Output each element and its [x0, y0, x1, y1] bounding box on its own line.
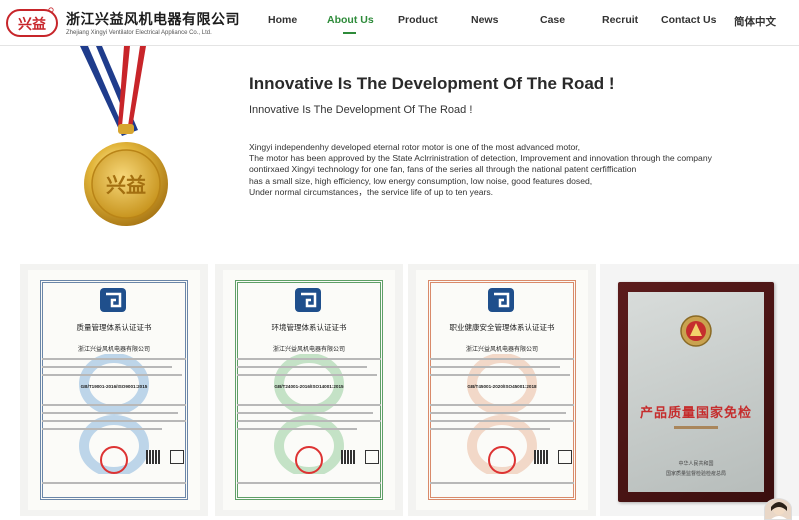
quality-emblem-icon — [680, 315, 712, 347]
nav-recruit[interactable]: Recruit — [602, 14, 638, 26]
certificate-text-line — [430, 358, 574, 360]
certificate-text-line — [237, 428, 357, 430]
red-seal-icon — [295, 446, 323, 474]
svg-text:兴益: 兴益 — [18, 16, 46, 33]
certificate-text-line — [42, 374, 182, 376]
certificate-text-line — [237, 482, 381, 484]
certificate-text-line — [430, 428, 550, 430]
company-logo-icon[interactable]: 兴益 — [6, 6, 58, 38]
cnas-mark-icon — [558, 450, 572, 464]
nav-product[interactable]: Product — [398, 14, 438, 26]
certificate-text-line — [42, 404, 186, 406]
plaque-divider — [674, 426, 718, 429]
red-seal-icon — [100, 446, 128, 474]
certification-body-logo-icon — [100, 288, 126, 312]
cnas-mark-icon — [170, 450, 184, 464]
hero-title: Innovative Is The Development Of The Roa… — [249, 74, 615, 93]
description-line: oontirxaed Xingyi technology for one fan… — [249, 164, 637, 175]
certificate-standard: GB/T45001-2020/ISO45001:2018 — [467, 384, 537, 389]
certificate-standard: GB/T24001-2016/ISO14001:2015 — [274, 384, 344, 389]
plaque-face: 产品质量国家免检 中华人民共和国 国家质量监督检验检疫总局 — [628, 292, 764, 492]
certification-body-logo-icon — [488, 288, 514, 312]
nav-home[interactable]: Home — [268, 14, 297, 26]
company-description: Xingyi independenhy developed eternal ro… — [249, 142, 769, 198]
description-line: The motor has been approved by the State… — [249, 153, 712, 164]
cnas-mark-icon — [365, 450, 379, 464]
certificate-company: 浙江兴益风机电器有限公司 — [272, 346, 345, 353]
nav-about-us[interactable]: About Us — [327, 14, 374, 26]
award-title: 产品质量国家免检 — [639, 406, 752, 421]
certificate-environment[interactable]: 环境管理体系认证证书 浙江兴益风机电器有限公司 GB/T24001-2016/I… — [215, 264, 403, 516]
certificate-text-line — [42, 412, 178, 414]
certificate-text-line — [430, 412, 566, 414]
certificate-title: 质量管理体系认证证书 — [76, 323, 152, 332]
hero-subtitle: Innovative Is The Development Of The Roa… — [249, 104, 473, 116]
plaque-frame: 产品质量国家免检 中华人民共和国 国家质量监督检验检疫总局 — [618, 282, 774, 502]
certificate-text-line — [42, 358, 186, 360]
nav-case[interactable]: Case — [540, 14, 565, 26]
certificate-text-line — [237, 404, 381, 406]
certificate-text-line — [237, 366, 367, 368]
qr-code-icon — [146, 450, 160, 464]
description-line: Under normal circumstances，the service l… — [249, 186, 494, 197]
svg-text:兴益: 兴益 — [106, 173, 146, 197]
customer-service-avatar[interactable] — [764, 498, 792, 520]
certificate-title: 环境管理体系认证证书 — [271, 323, 347, 332]
certificate-occupational-health[interactable]: 职业健康安全管理体系认证证书 浙江兴益风机电器有限公司 GB/T45001-20… — [408, 264, 596, 516]
certification-body-logo-icon — [295, 288, 321, 312]
qr-code-icon — [534, 450, 548, 464]
award-issuer-line-1: 中华人民共和国 — [678, 461, 714, 467]
certificate-text-line — [42, 366, 172, 368]
certificate-text-line — [237, 420, 381, 422]
certificate-text-line — [430, 482, 574, 484]
description-line: Xingyi independenhy developed eternal ro… — [249, 142, 581, 152]
company-name-en: Zhejiang Xingyi Ventilator Electrical Ap… — [66, 30, 212, 36]
award-plaque[interactable]: 产品质量国家免检 中华人民共和国 国家质量监督检验检疫总局 — [600, 264, 799, 516]
certificate-quality[interactable]: 质量管理体系认证证书 浙江兴益风机电器有限公司 GB/T19001-2016/I… — [20, 264, 208, 516]
medal-image: 兴益 — [80, 46, 168, 226]
certificate-text-line — [42, 482, 186, 484]
nav-news[interactable]: News — [471, 14, 498, 26]
about-us-page: 兴益 浙江兴益风机电器有限公司 Zhejiang Xingyi Ventilat… — [0, 0, 799, 520]
certificate-text-line — [237, 412, 373, 414]
company-name-cn: 浙江兴益风机电器有限公司 — [66, 11, 240, 27]
description-line: has a small size, high efficiency, low e… — [249, 175, 593, 186]
certificate-standard: GB/T19001-2016/ISO9001:2015 — [80, 384, 148, 389]
certificate-company: 浙江兴益风机电器有限公司 — [465, 346, 538, 353]
certificate-text-line — [430, 420, 574, 422]
certificate-text-line — [430, 374, 570, 376]
certificate-text-line — [430, 366, 560, 368]
certificate-text-line — [237, 374, 377, 376]
site-header: 兴益 浙江兴益风机电器有限公司 Zhejiang Xingyi Ventilat… — [0, 0, 799, 46]
certificate-text-line — [430, 404, 574, 406]
avatar-icon — [771, 502, 787, 519]
qr-code-icon — [341, 450, 355, 464]
nav-language-switch[interactable]: 简体中文 — [734, 14, 776, 29]
nav-contact-us[interactable]: Contact Us — [661, 14, 716, 26]
active-nav-indicator — [343, 32, 356, 34]
award-issuer-line-2: 国家质量监督检验检疫总局 — [665, 471, 726, 477]
certificate-text-line — [42, 428, 162, 430]
certificate-company: 浙江兴益风机电器有限公司 — [77, 346, 150, 353]
certificate-text-line — [42, 420, 186, 422]
red-seal-icon — [488, 446, 516, 474]
certificate-text-line — [237, 358, 381, 360]
certificate-title: 职业健康安全管理体系认证证书 — [449, 323, 555, 332]
